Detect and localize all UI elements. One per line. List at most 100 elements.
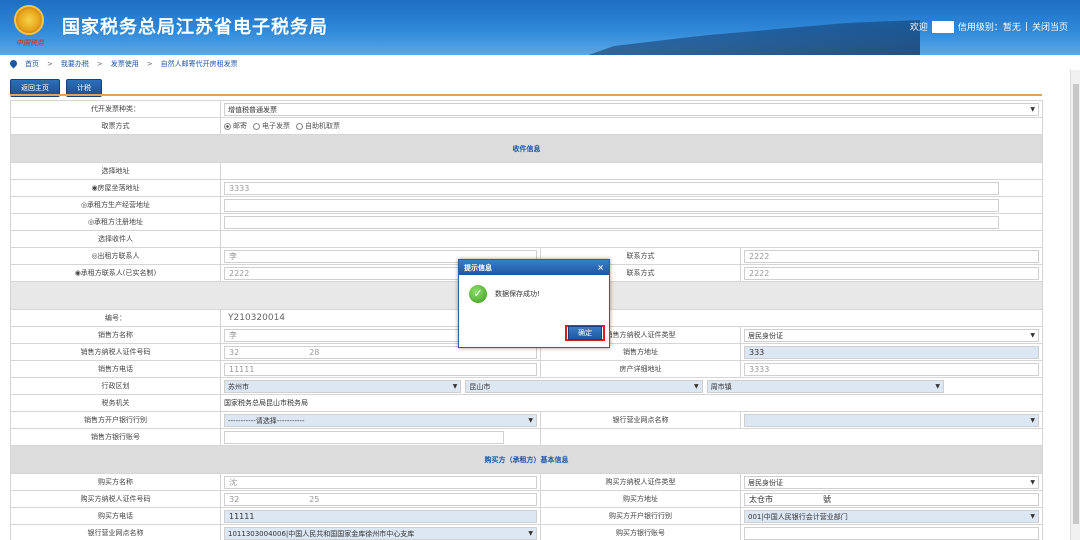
select-value: 周市镇: [710, 382, 732, 391]
breadcrumb-home[interactable]: 首页: [25, 59, 39, 69]
seller-branch-label: 银行营业网点名称: [540, 411, 741, 429]
region-town-select[interactable]: 周市镇 ▼: [706, 379, 944, 393]
chevron-down-icon: ▼: [528, 529, 533, 537]
user-area: 欢迎 信用级别：暂无 | 关闭当页: [910, 20, 1068, 33]
lessor-phone-input[interactable]: 2222: [744, 249, 1040, 263]
select-value: 昆山市: [469, 382, 491, 391]
welcome-text: 欢迎: [909, 23, 928, 33]
buyer-branch-select[interactable]: 1011303004006|中国人民共和国国家金库徐州市中心支库 ▼: [224, 526, 537, 540]
chevron-down-icon: ▼: [935, 382, 940, 390]
dialog-message: 数据保存成功!: [495, 290, 540, 298]
addr-part: 號: [823, 494, 831, 504]
seller-bank-label: 销售方开户银行行别: [10, 411, 221, 429]
seller-bank-select[interactable]: -----------请选择----------- ▼: [224, 413, 537, 427]
select-recipient-label: 选择收件人: [10, 230, 221, 248]
delivery-kiosk-radio[interactable]: 自助机取票: [296, 121, 340, 131]
delivery-mail-radio[interactable]: 邮寄: [224, 121, 247, 131]
radio-label: 邮寄: [233, 122, 247, 130]
buyer-id-type-label: 购买方纳税人证件类型: [540, 473, 741, 491]
buyer-account-label: 购买方银行账号: [540, 524, 741, 540]
location-pin-icon: [8, 58, 19, 69]
tenant-business-address-input[interactable]: [224, 198, 999, 212]
link-separator: |: [1024, 21, 1028, 32]
buyer-phone-input[interactable]: 11111: [224, 509, 537, 523]
select-address-label: 选择地址: [10, 162, 221, 180]
radio-dot: [224, 122, 231, 130]
id-prefix: 32: [229, 494, 240, 504]
seller-account-input[interactable]: [224, 430, 504, 444]
buyer-bank-label: 购买方开户银行行别: [540, 507, 741, 525]
breadcrumb-tax[interactable]: 我要办税: [61, 59, 89, 69]
buyer-bank-select[interactable]: 001|中国人民银行会计营业部门 ▼: [744, 509, 1040, 523]
site-title: 国家税务总局江苏省电子税务局: [62, 17, 328, 38]
region-city-select[interactable]: 苏州市 ▼: [224, 379, 462, 393]
recipient-section-title: 收件信息: [9, 134, 1044, 163]
select-value: -----------请选择-----------: [228, 416, 305, 425]
select-value: 居民身份证: [748, 478, 783, 487]
seller-branch-select[interactable]: ▼: [744, 413, 1040, 427]
radio-dot: [296, 122, 303, 130]
tenant-contact-option[interactable]: ◉承租方联系人(已实名制): [10, 264, 221, 282]
dialog-header: 提示信息 ×: [459, 260, 609, 275]
select-value: 1011303004006|中国人民共和国国家金库徐州市中心支库: [228, 529, 415, 538]
invoice-type-label: 代开发票种类：: [10, 100, 221, 118]
breadcrumb: 首页 > 我要办税 > 发票使用 > 自然人邮寄代开房租发票: [0, 57, 1080, 70]
great-wall-banner: [580, 20, 920, 55]
breadcrumb-current: 自然人邮寄代开房租发票: [160, 59, 238, 68]
ok-button-highlight: 确定: [565, 325, 605, 341]
ok-button[interactable]: 确定: [568, 326, 602, 340]
chevron-down-icon: ▼: [1030, 478, 1036, 486]
select-value: 苏州市: [228, 382, 249, 391]
chevron-down-icon: ▼: [1030, 105, 1036, 113]
chevron-down-icon: ▼: [528, 416, 533, 424]
radio-label: 自助机取票: [305, 122, 340, 130]
close-page-link[interactable]: 关闭当页: [1032, 20, 1068, 33]
buyer-account-input[interactable]: [744, 526, 1040, 540]
breadcrumb-invoice[interactable]: 发票使用: [111, 59, 139, 69]
select-value: 001|中国人民银行会计营业部门: [748, 512, 848, 521]
property-addr-label: 房产详细地址: [540, 360, 741, 378]
buyer-addr-input[interactable]: 太仓市 號: [744, 492, 1040, 506]
breadcrumb-sep: >: [146, 59, 153, 68]
seller-phone-label: 销售方电话: [10, 360, 221, 378]
buyer-name-input[interactable]: 沈: [224, 475, 537, 489]
scrollbar-thumb[interactable]: [1073, 84, 1079, 524]
chevron-down-icon: ▼: [694, 382, 699, 390]
divider: [10, 94, 1042, 96]
buyer-section-title: 购买方（承租方）基本信息: [9, 445, 1044, 474]
addr-property-option[interactable]: ◉房屋坐落地址: [10, 179, 221, 197]
tenant-phone-input[interactable]: 2222: [744, 266, 1040, 280]
property-address-input[interactable]: 3333: [224, 181, 999, 195]
id-prefix: 32: [229, 347, 240, 357]
page-scrollbar[interactable]: [1070, 70, 1080, 540]
user-name-redacted: [931, 20, 954, 33]
number-value: Y210320014: [224, 311, 1040, 325]
seller-id-type-select[interactable]: 居民身份证 ▼: [744, 328, 1040, 342]
seller-name-label: 销售方名称: [10, 326, 221, 344]
buyer-addr-label: 购买方地址: [540, 490, 741, 508]
close-icon[interactable]: ×: [597, 263, 604, 272]
region-label: 行政区划: [10, 377, 221, 395]
region-county-select[interactable]: 昆山市 ▼: [465, 379, 703, 393]
buyer-id-no-label: 购买方纳税人证件号码: [10, 490, 221, 508]
buyer-id-no-input[interactable]: 32 25: [224, 492, 537, 506]
credit-level: 信用级别：暂无: [957, 23, 1021, 33]
addr-tenant-business-option[interactable]: ◎承租方生产经营地址: [10, 196, 221, 214]
property-addr-input[interactable]: 3333: [744, 362, 1040, 376]
addr-tenant-registered-option[interactable]: ◎承租方注册地址: [10, 213, 221, 231]
delivery-electronic-radio[interactable]: 电子发票: [253, 121, 290, 131]
buyer-phone-label: 购买方电话: [10, 507, 221, 525]
site-header: 中国税务 国家税务总局江苏省电子税务局 欢迎 信用级别：暂无 | 关闭当页: [0, 0, 1080, 55]
seller-phone-input[interactable]: 11111: [224, 362, 537, 376]
lessor-contact-option[interactable]: ◎出租方联系人: [10, 247, 221, 265]
chevron-down-icon: ▼: [1030, 512, 1036, 520]
invoice-type-select[interactable]: 增值税普通发票 ▼: [224, 102, 1040, 116]
id-suffix: 25: [309, 494, 320, 504]
buyer-name-label: 购买方名称: [10, 473, 221, 491]
seller-addr-input[interactable]: 333: [744, 345, 1040, 359]
dialog-title: 提示信息: [464, 263, 492, 272]
tenant-registered-address-input[interactable]: [224, 215, 999, 229]
number-label: 编号：: [10, 309, 221, 327]
radio-dot: [253, 122, 260, 130]
buyer-id-type-select[interactable]: 居民身份证 ▼: [744, 475, 1040, 489]
